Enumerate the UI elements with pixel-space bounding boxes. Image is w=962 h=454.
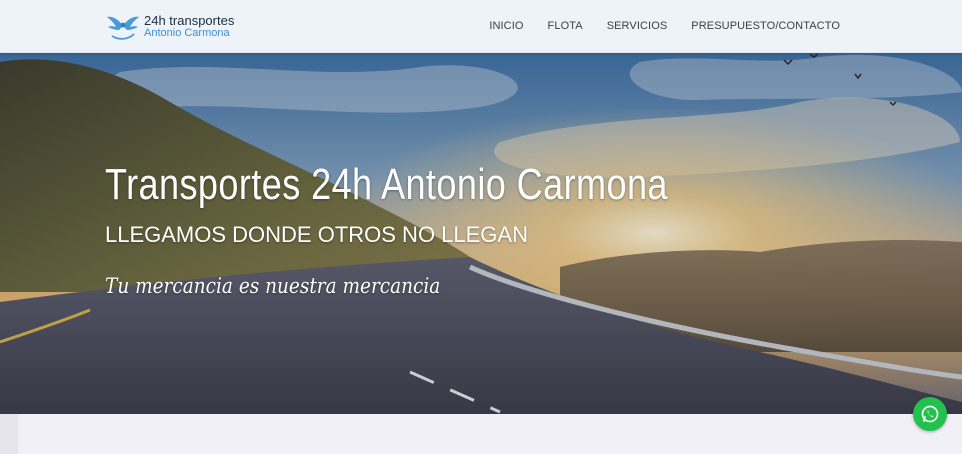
- logo-title: 24h transportes: [144, 13, 235, 28]
- hero-title: Transportes 24h Antonio Carmona: [105, 160, 668, 209]
- winged-logo-icon: [107, 16, 139, 40]
- content-edge: [0, 414, 18, 454]
- whatsapp-button[interactable]: [913, 397, 947, 431]
- hero-subtitle: LLEGAMOS DONDE OTROS NO LLEGAN: [105, 222, 528, 247]
- nav-inicio[interactable]: INICIO: [489, 20, 523, 32]
- content-section: [0, 414, 962, 454]
- site-logo[interactable]: 24h transportes Antonio Carmona: [106, 10, 246, 44]
- main-nav: INICIO FLOTA SERVICIOS PRESUPUESTO/CONTA…: [465, 0, 840, 52]
- logo-subtitle: Antonio Carmona: [144, 27, 230, 39]
- nav-servicios[interactable]: SERVICIOS: [607, 20, 668, 32]
- nav-presupuesto-contacto[interactable]: PRESUPUESTO/CONTACTO: [691, 20, 840, 32]
- nav-flota[interactable]: FLOTA: [548, 20, 583, 32]
- hero-tagline: Tu mercancia es nuestra mercancia: [105, 274, 441, 298]
- whatsapp-icon: [921, 405, 939, 423]
- hero-banner: Transportes 24h Antonio Carmona LLEGAMOS…: [0, 52, 962, 414]
- site-header: 24h transportes Antonio Carmona INICIO F…: [0, 0, 962, 53]
